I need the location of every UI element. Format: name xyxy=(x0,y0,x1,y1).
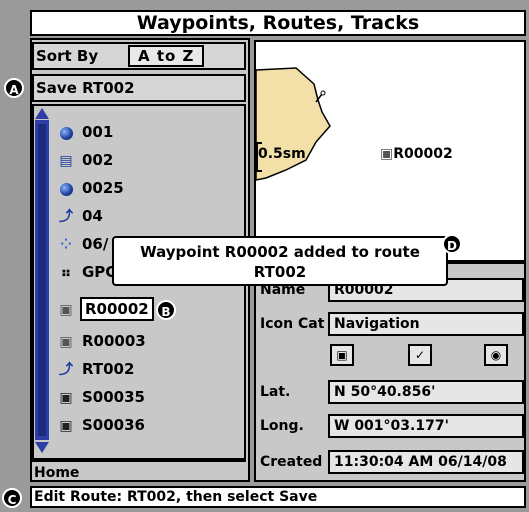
list-item[interactable]: 001 xyxy=(56,119,242,145)
notification-popup: Waypoint R00002 added to route RT002 xyxy=(112,236,448,286)
camera-icon: ▣ xyxy=(59,334,73,350)
track-icon: ⁘ xyxy=(60,237,72,253)
selected-list-item[interactable]: R00002 xyxy=(80,297,154,321)
scroll-down-icon[interactable] xyxy=(35,442,49,453)
waypoint-dot-icon xyxy=(56,176,76,201)
callout-c: C xyxy=(2,488,22,508)
created-field: 11:30:04 AM 06/14/08 xyxy=(328,450,524,474)
list-item[interactable]: ▣ S00035 xyxy=(56,384,242,410)
map-waypoint[interactable]: ▣R00002 xyxy=(380,146,453,162)
sort-label: Sort By xyxy=(36,47,99,65)
lat-label: Lat. xyxy=(260,384,291,400)
map-scale: 0.5sm xyxy=(258,146,306,162)
list-item[interactable]: ▤ 002 xyxy=(56,147,242,173)
check-icon[interactable]: ✓ xyxy=(408,344,432,366)
home-label: Home xyxy=(32,460,246,481)
list-item[interactable]: 0025 xyxy=(56,175,242,201)
icon-cat-field[interactable]: Navigation xyxy=(328,312,524,336)
list-item[interactable]: ⤴ RT002 xyxy=(56,356,242,382)
scrollbar-thumb[interactable] xyxy=(38,124,46,436)
list-item[interactable]: ▣ R00003 xyxy=(56,328,242,354)
callout-d: D xyxy=(442,234,462,254)
camera-icon: ▣ xyxy=(59,418,73,434)
camera-icon[interactable]: ▣ xyxy=(330,344,354,366)
icon-cat-label: Icon Cat xyxy=(260,316,325,332)
window-title: Waypoints, Routes, Tracks xyxy=(30,10,526,36)
scroll-up-icon[interactable] xyxy=(35,108,49,119)
sort-select[interactable]: A to Z xyxy=(128,45,204,67)
long-field[interactable]: W 001°03.177' xyxy=(328,414,524,438)
callout-a: A xyxy=(4,78,24,98)
route-icon: ⤴ xyxy=(59,362,73,378)
popup-line-2: RT002 xyxy=(253,263,307,281)
popup-line-1: Waypoint R00002 added to route xyxy=(140,243,420,261)
long-label: Long. xyxy=(260,418,304,434)
save-button[interactable]: Save RT002 xyxy=(32,74,246,102)
waypoint-dot-icon xyxy=(56,120,76,145)
camera-icon: ▣ xyxy=(59,390,73,406)
list-item[interactable]: ⤴ 04 xyxy=(56,203,242,229)
list-item[interactable]: ▣ S00036 xyxy=(56,412,242,438)
route-icon: ⤴ xyxy=(59,209,73,225)
eye-icon[interactable]: ◉ xyxy=(484,344,508,366)
status-bar: Edit Route: RT002, then select Save xyxy=(30,486,526,508)
grid-icon: ⠶ xyxy=(60,265,72,281)
camera-icon: ▣ xyxy=(380,146,394,162)
camera-icon: ▣ xyxy=(59,302,73,318)
list-icon: ▤ xyxy=(59,153,73,169)
callout-b: B xyxy=(156,300,176,320)
lat-field[interactable]: N 50°40.856' xyxy=(328,380,524,404)
created-label: Created xyxy=(260,454,323,470)
